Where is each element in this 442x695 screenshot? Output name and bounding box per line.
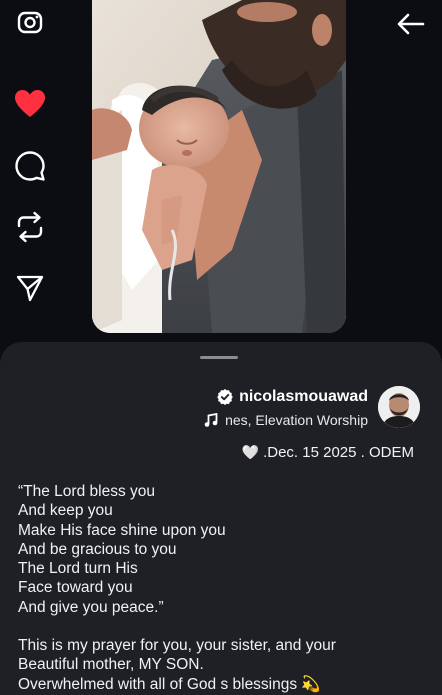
audio-title: nes, Elevation Worship bbox=[225, 412, 368, 428]
caption-line: The Lord turn His bbox=[18, 560, 138, 578]
caption-line: Overwhelmed with all of God s blessings … bbox=[18, 675, 321, 693]
post-date: .Dec. 15 2025 . ODEM bbox=[263, 444, 414, 461]
camera-icon bbox=[17, 11, 43, 34]
post-photo[interactable] bbox=[92, 0, 346, 333]
caption-line: Face toward you bbox=[18, 579, 133, 597]
caption-line: And give you peace.” bbox=[18, 598, 164, 616]
send-icon bbox=[16, 275, 44, 302]
caption-sheet: nicolasmouawad nes, Elevation Worship 🤍 … bbox=[0, 342, 442, 695]
verified-badge-icon bbox=[217, 389, 233, 405]
username[interactable]: nicolasmouawad bbox=[239, 388, 368, 406]
avatar[interactable] bbox=[378, 386, 420, 428]
caption-line: And be gracious to you bbox=[18, 540, 177, 558]
arrow-left-icon bbox=[397, 13, 425, 35]
caption-text: “The Lord bless you And keep you Make Hi… bbox=[18, 482, 428, 694]
comment-icon bbox=[15, 151, 45, 181]
audio-track[interactable]: nes, Elevation Worship bbox=[204, 412, 368, 428]
caption-line: Beautiful mother, MY SON. bbox=[18, 656, 204, 674]
date-line: 🤍 .Dec. 15 2025 . ODEM bbox=[242, 444, 414, 461]
caption-line: Make His face shine upon you bbox=[18, 521, 226, 539]
back-button[interactable] bbox=[394, 8, 428, 40]
author-row[interactable]: nicolasmouawad bbox=[217, 388, 368, 406]
share-button[interactable] bbox=[12, 270, 48, 306]
music-note-icon bbox=[204, 412, 218, 427]
comment-button[interactable] bbox=[12, 148, 48, 184]
camera-button[interactable] bbox=[12, 4, 48, 40]
white-heart-emoji: 🤍 bbox=[241, 444, 260, 460]
repost-icon bbox=[17, 211, 43, 243]
repost-button[interactable] bbox=[12, 209, 48, 245]
caption-line: This is my prayer for you, your sister, … bbox=[18, 637, 336, 655]
heart-filled-icon bbox=[15, 90, 45, 117]
sheet-grabber[interactable] bbox=[200, 356, 238, 359]
caption-line: “The Lord bless you bbox=[18, 483, 155, 500]
caption-line: And keep you bbox=[18, 502, 113, 520]
like-button[interactable] bbox=[12, 86, 48, 122]
reel-screen: nicolasmouawad nes, Elevation Worship 🤍 … bbox=[0, 0, 442, 695]
